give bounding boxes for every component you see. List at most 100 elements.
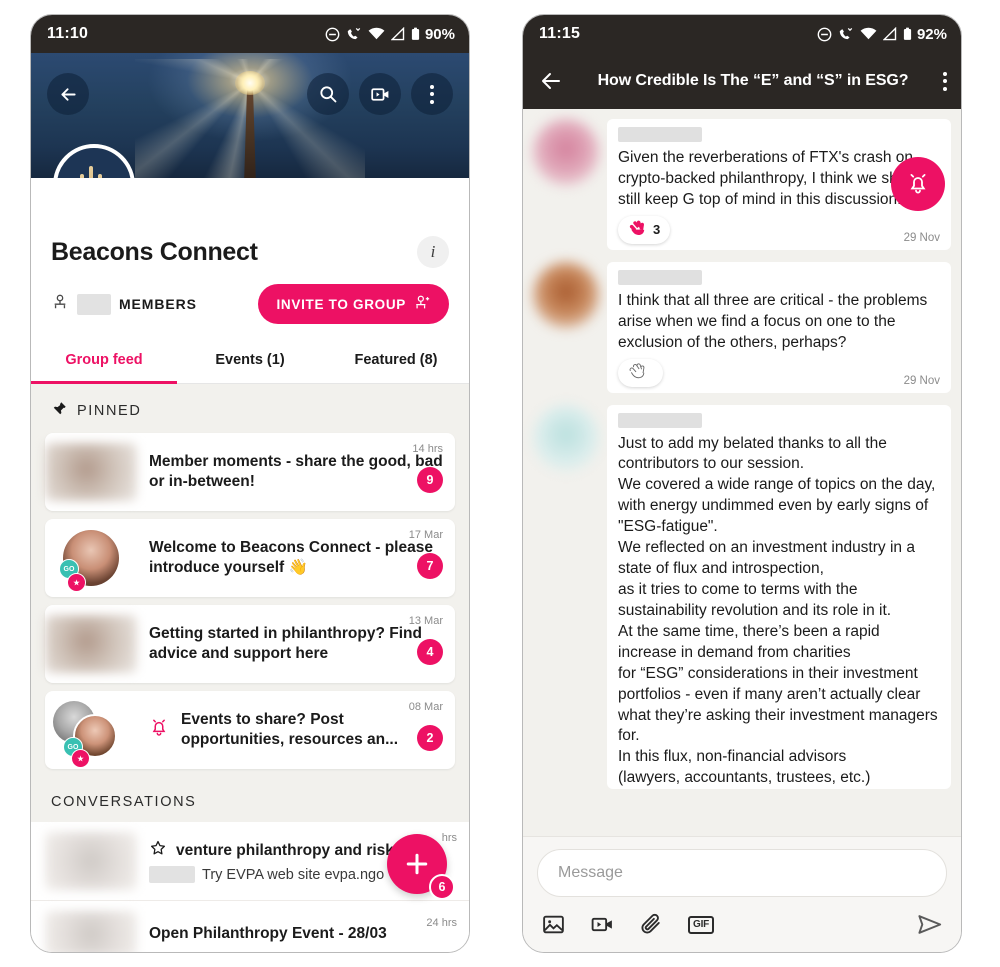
avatar [533, 119, 599, 185]
cover-toolbar [31, 73, 469, 115]
beacons-logo-icon [67, 160, 121, 178]
chat-header: How Credible Is The “E” and “S” in ESG? [523, 53, 961, 109]
wifi-icon [368, 27, 385, 41]
list-item[interactable]: Member moments - share the good, bad or … [45, 433, 455, 511]
back-arrow-icon[interactable] [539, 69, 563, 93]
post-thumbnail [45, 443, 137, 501]
members-count-redacted [77, 293, 111, 315]
post-unread-badge: 9 [417, 467, 443, 493]
conversation-title: Open Philanthropy Event - 28/03 [149, 925, 387, 942]
list-item[interactable]: Getting started in philanthropy? Find ad… [45, 605, 455, 683]
message-text: I think that all three are critical - th… [618, 291, 928, 351]
back-arrow-icon[interactable] [47, 73, 89, 115]
tab-group-feed[interactable]: Group feed [31, 338, 177, 384]
reaction-chip[interactable]: 3 [618, 215, 671, 244]
post-title: Member moments - share the good, bad or … [149, 453, 443, 490]
message-author-redacted [618, 127, 702, 142]
message-input[interactable] [537, 849, 947, 897]
status-time: 11:10 [47, 25, 89, 42]
members-icon [51, 294, 69, 315]
conversation-title: venture philanthropy and risk [176, 841, 394, 859]
post-unread-badge: 2 [417, 725, 443, 751]
signal-icon [390, 27, 405, 41]
post-title: Getting started in philanthropy? Find ad… [149, 625, 422, 662]
post-time: 17 Mar [408, 529, 443, 541]
post-avatar: GO ★ [45, 701, 137, 768]
post-content: Member moments - share the good, bad or … [149, 452, 443, 491]
group-info: Beacons Connect i MEMBERS INVITE TO GROU… [31, 178, 469, 338]
group-feed[interactable]: PINNED Member moments - share the good, … [31, 384, 469, 952]
conversation-author-redacted [149, 866, 195, 883]
group-tabs: Group feed Events (1) Featured (8) [31, 338, 469, 384]
post-unread-badge: 4 [417, 639, 443, 665]
post-time: 14 hrs [412, 443, 443, 455]
group-avatar [53, 144, 135, 178]
gif-label: GIF [688, 915, 715, 934]
image-icon[interactable] [541, 912, 566, 937]
tab-events[interactable]: Events (1) [177, 338, 323, 384]
message-composer: GIF [523, 836, 961, 952]
pinned-label: PINNED [77, 403, 142, 419]
post-thumbnail [45, 615, 137, 673]
cover-actions [307, 73, 453, 115]
status-icons: 92% [817, 26, 947, 43]
members-summary[interactable]: MEMBERS [51, 293, 197, 315]
dual-phone-stage: 11:10 90% Beacons Connect i MEMBERS INVI… [0, 0, 1000, 967]
message-time: 29 Nov [903, 231, 940, 244]
star-outline-icon [149, 839, 167, 862]
conversation-time: 24 hrs [426, 917, 457, 929]
message-list[interactable]: Given the reverberations of FTX's crash … [523, 109, 961, 836]
avatar-badge-star: ★ [67, 573, 86, 592]
conversations-section-header: CONVERSATIONS [31, 777, 469, 822]
list-item[interactable]: GO ★ Welcome to Beacons Connect - please… [45, 519, 455, 597]
missed-call-icon [838, 27, 854, 42]
battery-icon [411, 27, 420, 41]
send-icon[interactable] [916, 911, 943, 938]
create-post-badge: 6 [429, 874, 455, 900]
avatar-badge-star: ★ [71, 749, 90, 768]
status-icons: 90% [325, 26, 455, 43]
status-bar: 11:10 90% [31, 15, 469, 53]
pink-bell-icon [149, 718, 169, 743]
message-item: Given the reverberations of FTX's crash … [533, 119, 951, 250]
avatar [533, 404, 599, 471]
tab-featured[interactable]: Featured (8) [323, 338, 469, 384]
gif-icon[interactable]: GIF [688, 915, 715, 934]
message-bubble[interactable]: Just to add my belated thanks to all the… [607, 404, 951, 790]
message-time: 29 Nov [903, 374, 940, 387]
pinned-section-header: PINNED [31, 384, 469, 433]
conversation-time: hrs [441, 832, 457, 844]
clapping-hands-icon [628, 220, 647, 240]
info-icon[interactable]: i [417, 236, 449, 268]
alarm-bell-icon[interactable] [891, 157, 945, 211]
list-item[interactable]: GO ★ Events to share? Post opportunities… [45, 691, 455, 769]
search-icon[interactable] [307, 73, 349, 115]
video-icon[interactable] [590, 912, 615, 937]
status-bar: 11:15 92% [523, 15, 961, 53]
status-time: 11:15 [539, 25, 581, 42]
overflow-menu-icon[interactable] [943, 71, 947, 91]
message-item: I think that all three are critical - th… [533, 261, 951, 393]
message-item: Just to add my belated thanks to all the… [533, 404, 951, 790]
conversation-thumbnail [45, 911, 137, 952]
post-title: Events to share? Post opportunities, res… [181, 711, 399, 748]
list-item[interactable]: Open Philanthropy Event - 28/03 24 hrs [31, 901, 469, 952]
signal-icon [882, 27, 897, 41]
dnd-icon [325, 27, 340, 42]
post-unread-badge: 7 [417, 553, 443, 579]
conversation-thumbnail [45, 832, 137, 890]
left-phone-group-screen: 11:10 90% Beacons Connect i MEMBERS INVI… [30, 14, 470, 953]
battery-percent: 92% [916, 25, 947, 43]
message-text: Just to add my belated thanks to all the… [618, 434, 938, 787]
message-bubble[interactable]: I think that all three are critical - th… [607, 261, 951, 393]
reaction-count: 3 [653, 222, 661, 238]
page-title: How Credible Is The “E” and “S” in ESG? [597, 72, 909, 89]
conversation-content: Open Philanthropy Event - 28/03 [149, 925, 457, 943]
invite-to-group-button[interactable]: INVITE TO GROUP [258, 284, 449, 324]
video-icon[interactable] [359, 73, 401, 115]
conversation-subtitle: Try EVPA web site evpa.ngo [202, 866, 385, 883]
attachment-icon[interactable] [639, 912, 664, 937]
message-author-redacted [618, 412, 702, 428]
overflow-menu-icon[interactable] [411, 73, 453, 115]
reaction-chip[interactable] [618, 358, 663, 387]
